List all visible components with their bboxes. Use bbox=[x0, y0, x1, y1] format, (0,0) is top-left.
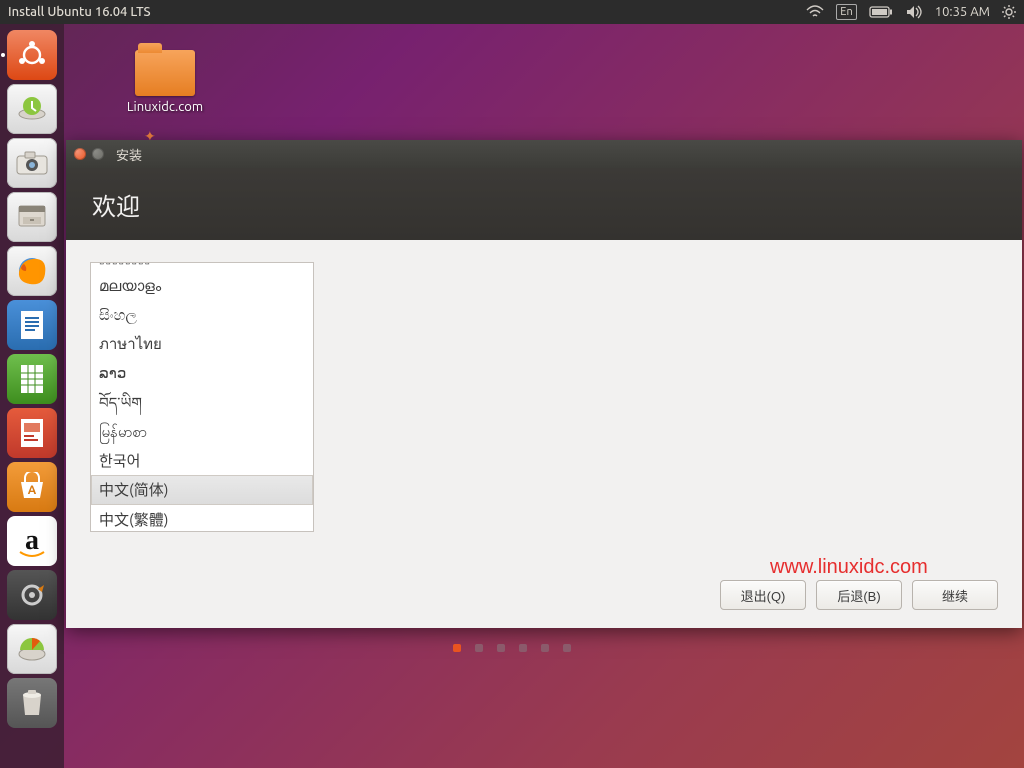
language-option-selected[interactable]: 中文(简体) bbox=[91, 475, 313, 504]
launcher-calc[interactable] bbox=[7, 354, 57, 404]
step-dot bbox=[475, 644, 483, 652]
battery-icon[interactable] bbox=[869, 6, 893, 18]
active-window-title: Install Ubuntu 16.04 LTS bbox=[8, 5, 151, 19]
sound-icon[interactable] bbox=[905, 5, 923, 19]
minimize-icon[interactable] bbox=[92, 148, 104, 160]
launcher-settings[interactable] bbox=[7, 570, 57, 620]
language-option[interactable]: മലയാളം bbox=[91, 271, 313, 300]
step-dot bbox=[563, 644, 571, 652]
launcher-software[interactable]: A bbox=[7, 462, 57, 512]
launcher-disk[interactable] bbox=[7, 624, 57, 674]
desktop-folder[interactable]: Linuxidc.com bbox=[110, 50, 220, 114]
step-dot bbox=[497, 644, 505, 652]
launcher-installer[interactable] bbox=[7, 84, 57, 134]
step-dot bbox=[453, 644, 461, 652]
launcher-dash[interactable] bbox=[7, 30, 57, 80]
network-icon[interactable] bbox=[806, 5, 824, 19]
step-dot bbox=[541, 644, 549, 652]
launcher-firefox[interactable] bbox=[7, 246, 57, 296]
language-option[interactable]: 中文(繁體) bbox=[91, 505, 313, 533]
clock[interactable]: 10:35 AM bbox=[935, 5, 990, 19]
launcher-writer[interactable] bbox=[7, 300, 57, 350]
launcher-shotwell[interactable] bbox=[7, 138, 57, 188]
language-option[interactable]: ລາວ bbox=[91, 358, 313, 387]
language-option[interactable]: ▯▯▯▯▯▯▯▯ bbox=[91, 262, 313, 271]
quit-button[interactable]: 退出(Q) bbox=[720, 580, 806, 610]
language-option[interactable]: සිංහල bbox=[91, 300, 313, 329]
language-option[interactable]: မြန်မာစာ bbox=[91, 417, 313, 446]
close-icon[interactable] bbox=[74, 148, 86, 160]
top-panel: Install Ubuntu 16.04 LTS En 10:35 AM bbox=[0, 0, 1024, 24]
language-option[interactable]: ภาษาไทย bbox=[91, 329, 313, 358]
installer-heading-band: 欢迎 bbox=[66, 168, 1022, 240]
installer-buttons: 退出(Q) 后退(B) 继续 bbox=[720, 580, 998, 610]
step-dot bbox=[519, 644, 527, 652]
launcher-amazon[interactable]: a bbox=[7, 516, 57, 566]
keyboard-indicator[interactable]: En bbox=[836, 4, 856, 20]
watermark: www.linuxidc.com bbox=[770, 556, 928, 579]
svg-text:A: A bbox=[28, 484, 37, 497]
desktop-folder-label: Linuxidc.com bbox=[110, 100, 220, 114]
installer-window: 安装 欢迎 ▯▯▯▯▯▯▯▯ മലയാളം සිංහල ภาษาไทย ລາວ … bbox=[66, 140, 1022, 628]
installer-heading: 欢迎 bbox=[92, 187, 140, 222]
language-list[interactable]: ▯▯▯▯▯▯▯▯ മലയാളം සිංහල ภาษาไทย ລາວ བོད་ཡི… bbox=[90, 262, 314, 532]
launcher: A a bbox=[0, 24, 64, 768]
launcher-trash[interactable] bbox=[7, 678, 57, 728]
folder-icon bbox=[135, 50, 195, 96]
launcher-impress[interactable] bbox=[7, 408, 57, 458]
back-button[interactable]: 后退(B) bbox=[816, 580, 902, 610]
language-option[interactable]: བོད་ཡིག bbox=[91, 388, 313, 417]
continue-button[interactable]: 继续 bbox=[912, 580, 998, 610]
launcher-files[interactable] bbox=[7, 192, 57, 242]
step-dots bbox=[453, 644, 571, 652]
window-titlebar[interactable]: 安装 bbox=[66, 140, 1022, 168]
session-gear-icon[interactable] bbox=[1002, 5, 1016, 19]
language-option[interactable]: 한국어 bbox=[91, 446, 313, 475]
window-title: 安装 bbox=[116, 145, 142, 164]
